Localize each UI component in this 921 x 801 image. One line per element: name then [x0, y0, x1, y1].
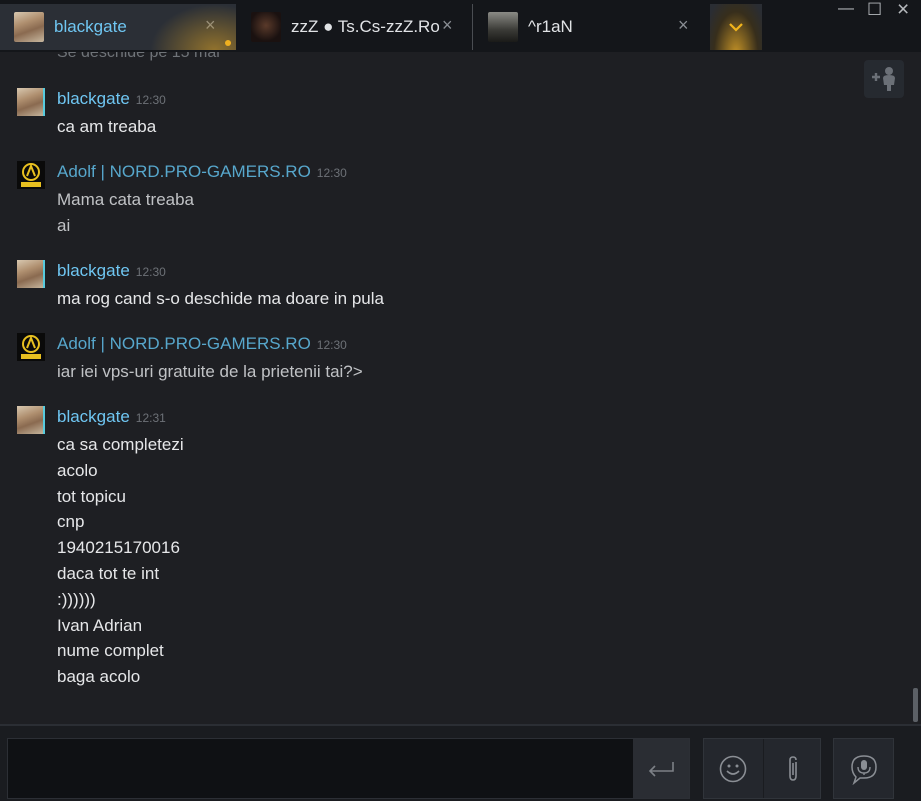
scrollbar-thumb[interactable] — [913, 688, 918, 722]
message-line: ca sa completezi — [57, 435, 184, 454]
message-line: tot topicu — [57, 486, 126, 506]
online-indicator — [43, 88, 45, 116]
message-line: nume complet — [57, 641, 164, 661]
minimize-button[interactable]: — — [838, 0, 854, 18]
attach-button[interactable] — [763, 739, 821, 798]
message-line: acolo — [57, 460, 98, 480]
chevron-down-icon — [729, 23, 743, 32]
message-line: Mama cata treaba — [57, 190, 195, 209]
enter-icon — [648, 761, 674, 777]
send-button[interactable] — [633, 739, 689, 798]
timestamp: 12:30 — [316, 166, 347, 180]
timestamp: 12:30 — [135, 93, 166, 107]
message-line: cnp — [57, 512, 85, 532]
author-name[interactable]: Adolf | NORD.PRO-GAMERS.RO — [57, 334, 311, 353]
avatar[interactable] — [17, 333, 45, 361]
avatar[interactable] — [17, 161, 45, 189]
composer — [0, 724, 921, 801]
tab-label: blackgate — [54, 17, 127, 36]
message-input[interactable] — [7, 738, 690, 799]
avatar[interactable] — [17, 260, 45, 288]
message-line: ai — [57, 215, 71, 235]
author-name[interactable]: blackgate — [57, 407, 130, 426]
timestamp: 12:31 — [135, 411, 166, 425]
message-line: daca tot te int — [57, 563, 160, 583]
message-line: Se deschide pe 15 mai — [57, 52, 220, 61]
close-window-button[interactable]: × — [897, 0, 909, 22]
message-line: ma rog cand s-o deschide ma doare in pul… — [57, 289, 384, 308]
add-friend-button[interactable] — [864, 60, 904, 98]
message-line: ca am treaba — [57, 117, 157, 136]
chat-log[interactable]: Se deschide pe 15 mai blackgate 12:30 ca … — [0, 52, 921, 724]
avatar — [14, 12, 44, 42]
avatar[interactable] — [17, 406, 45, 434]
microphone-icon — [850, 754, 877, 785]
avatar — [488, 12, 518, 42]
tab-overflow-button[interactable] — [710, 4, 762, 50]
message-line: baga acolo — [57, 667, 141, 687]
paperclip-icon — [788, 755, 797, 781]
tab-bar: blackgate × zzZ ● Ts.Cs-zzZ.Ro × ^r1aN ×… — [0, 0, 921, 52]
close-icon[interactable]: × — [205, 15, 216, 36]
author-name[interactable]: blackgate — [57, 261, 130, 280]
tab-blackgate[interactable]: blackgate × — [0, 4, 236, 50]
add-friend-icon — [872, 67, 895, 91]
online-indicator — [43, 406, 45, 434]
unread-indicator — [225, 40, 231, 46]
tab-label: ^r1aN — [528, 17, 573, 36]
smiley-icon — [719, 755, 747, 782]
tab-zzz[interactable]: zzZ ● Ts.Cs-zzZ.Ro × — [236, 4, 470, 50]
voice-button[interactable] — [833, 738, 894, 799]
timestamp: 12:30 — [316, 338, 347, 352]
message-line: iar iei vps-uri gratuite de la prietenii… — [57, 362, 363, 381]
timestamp: 12:30 — [135, 265, 166, 279]
message-line: 1940215170016 — [57, 538, 180, 558]
avatar[interactable] — [17, 88, 45, 116]
emoji-button[interactable] — [704, 739, 762, 798]
message-line: :)))))) — [57, 589, 96, 609]
author-name[interactable]: Adolf | NORD.PRO-GAMERS.RO — [57, 162, 311, 181]
close-icon[interactable]: × — [442, 15, 453, 36]
online-indicator — [43, 260, 45, 288]
tab-r1an[interactable]: ^r1aN × — [472, 4, 708, 50]
avatar — [251, 12, 281, 42]
message-line: Ivan Adrian — [57, 615, 143, 635]
close-icon[interactable]: × — [678, 15, 689, 36]
tab-label: zzZ ● Ts.Cs-zzZ.Ro — [291, 17, 439, 36]
author-name[interactable]: blackgate — [57, 89, 130, 108]
maximize-button[interactable]: ☐ — [867, 0, 882, 20]
